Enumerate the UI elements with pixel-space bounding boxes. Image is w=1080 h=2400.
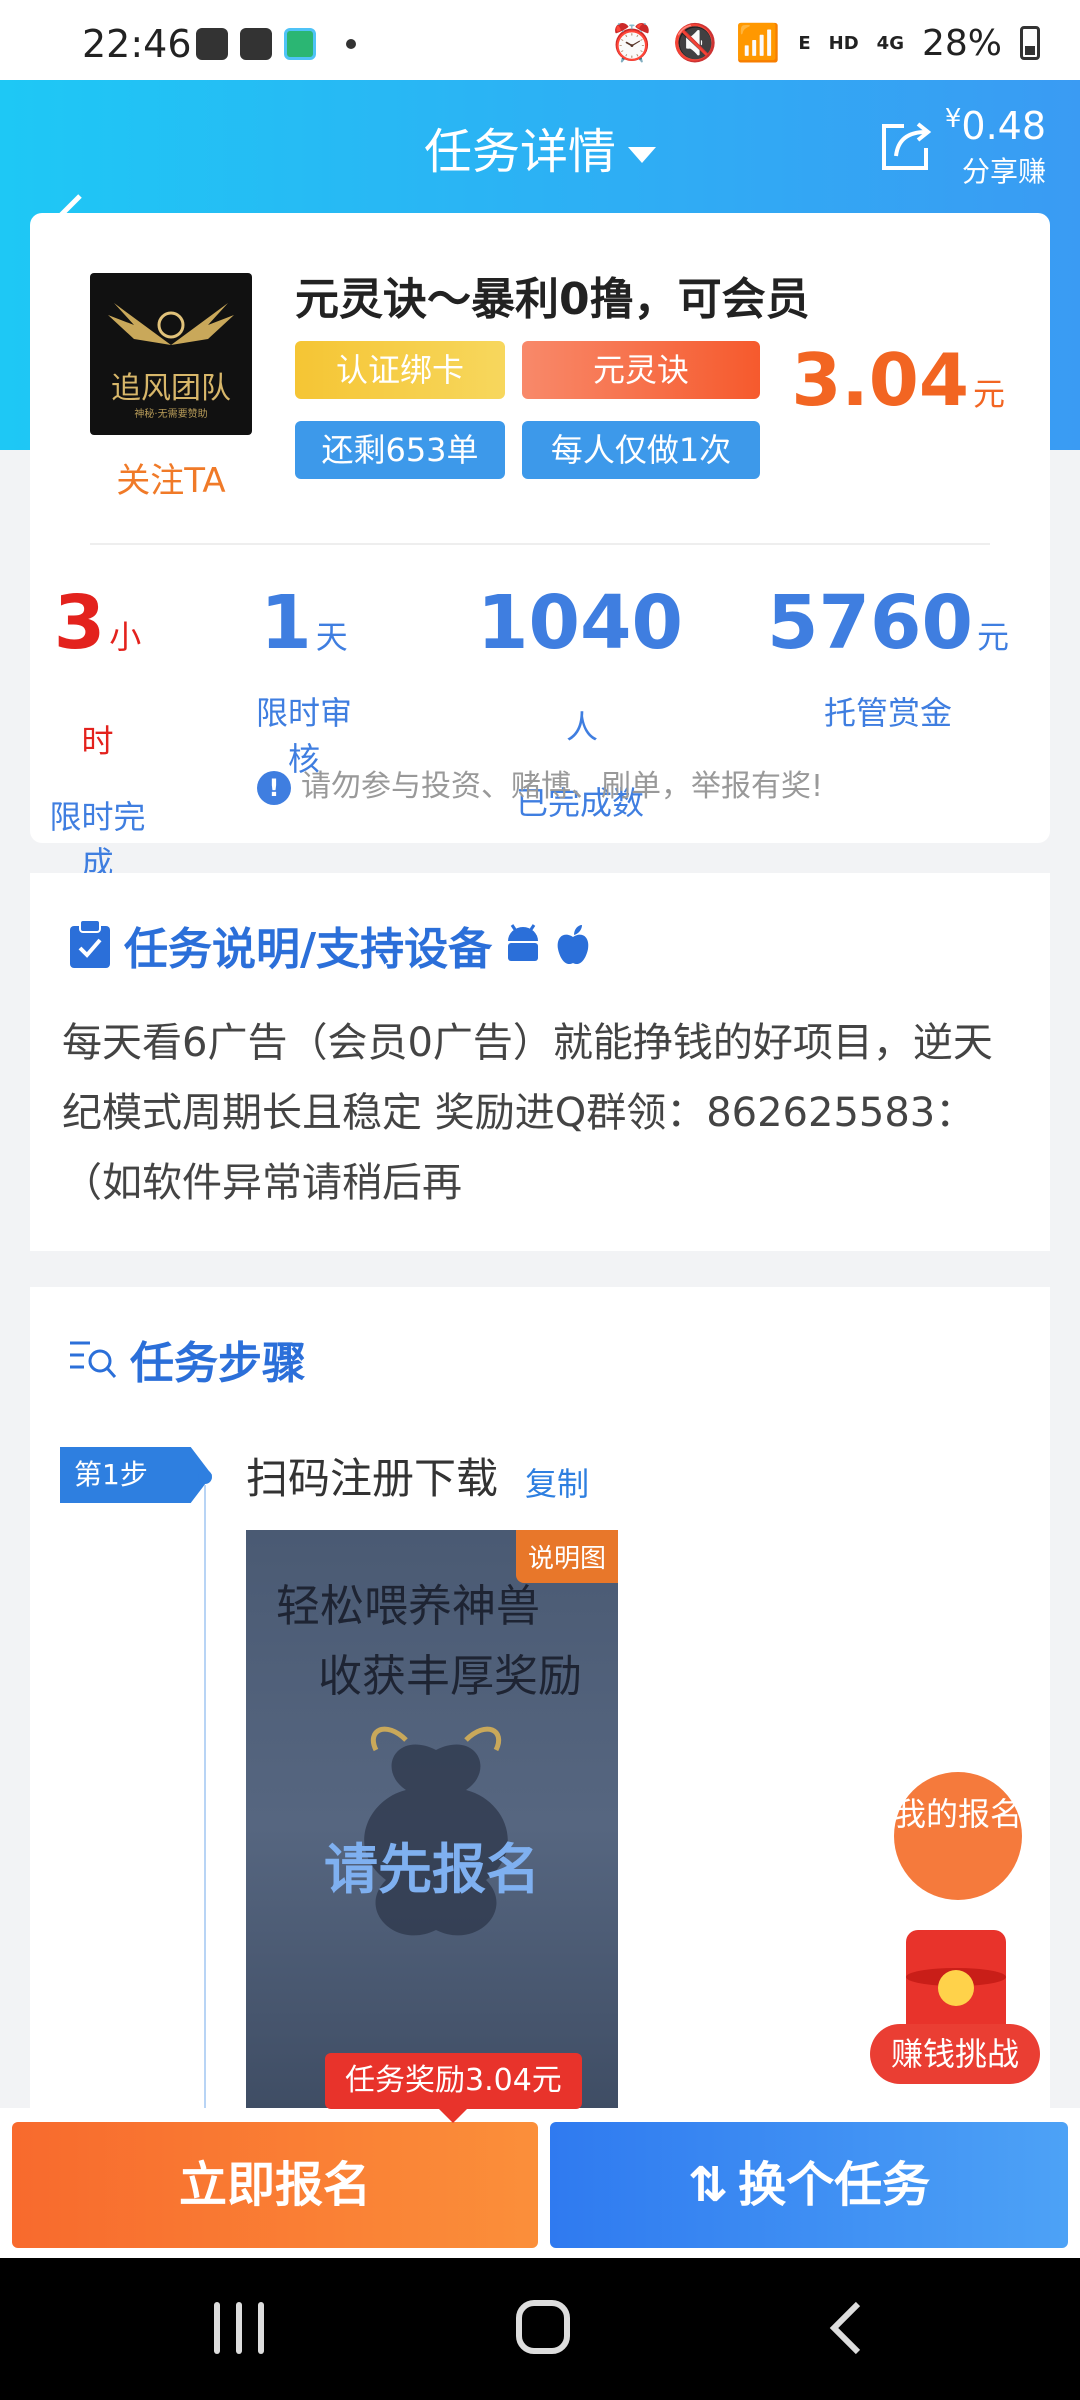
e-signal-label: E [798, 32, 811, 54]
share-amount[interactable]: ¥0.48 [945, 104, 1046, 148]
divider [90, 543, 990, 545]
app-notification-icon [284, 28, 316, 60]
warning-notice: ! 请勿参与投资、赌博、刷单，举报有奖! [30, 761, 1050, 805]
stat-value: 1040 人 [460, 578, 700, 772]
swap-icon: ⇅ [687, 2157, 729, 2213]
stat-number: 3 [53, 580, 106, 666]
recent-apps-button[interactable] [214, 2302, 264, 2354]
more-notifications-icon [346, 39, 356, 49]
page-title-text: 任务详情 [423, 124, 616, 180]
stat-value: 3 小时 [40, 578, 155, 786]
reward-tooltip: 任务奖励3.04元 [325, 2053, 582, 2123]
battery-percent: 28% [921, 22, 1002, 64]
description-text: 每天看6广告（会员0广告）就能挣钱的好项目，逆天纪模式周期长且稳定 奖励进Q群领… [62, 1020, 993, 1206]
stat-time-limit: 3 小时 限时完成 [40, 578, 155, 884]
mute-icon: 🔇 [672, 23, 718, 64]
steps-title: 任务步骤 [130, 1338, 306, 1389]
logo-text: 追风团队 [111, 371, 231, 406]
step-dot [198, 1470, 212, 1484]
list-search-icon [70, 1341, 117, 1378]
status-right: ⏰ 🔇 📶 E HD 4G 28% [610, 22, 1040, 64]
my-signup-label: 我的报名 [894, 1795, 1023, 1833]
tag-bind-card: 认证绑卡 [295, 341, 505, 399]
share-amount-value: 0.48 [961, 104, 1046, 148]
warning-text: 请勿参与投资、赌博、刷单，举报有奖! [300, 769, 824, 804]
app-check-icon [240, 28, 272, 60]
stat-unit: 天 [315, 618, 348, 656]
signup-first-overlay: 请先报名 [324, 1838, 540, 1901]
apple-icon [557, 925, 589, 965]
stat-label: 限时完成 [49, 798, 146, 882]
task-title: 元灵诀～暴利0撸，可会员 [295, 274, 810, 325]
step-text: 扫码注册下载 [246, 1454, 499, 1503]
share-label[interactable]: 分享赚 [962, 150, 1046, 190]
stat-unit: 元 [976, 618, 1009, 656]
task-summary-card: 追风团队 神秘·无需要赞助 关注TA 元灵诀～暴利0撸，可会员 认证绑卡 元灵诀… [30, 213, 1050, 882]
description-heading: 任务说明/支持设备 [68, 913, 592, 977]
earn-challenge-button[interactable]: 赚钱挑战 [870, 1930, 1040, 2090]
bottom-action-bar: 立即报名 ⇅ 换个任务 [0, 2108, 1080, 2258]
step-timeline [204, 1485, 206, 2125]
network-label: 4G [876, 32, 904, 54]
step-badge: 第1步 [60, 1447, 212, 1503]
info-icon: ! [256, 770, 291, 805]
steps-heading: 任务步骤 [68, 1327, 306, 1391]
tag-remaining: 还剩653单 [295, 421, 505, 479]
task-price: 3.04 元 [791, 338, 1005, 422]
stat-review-limit: 1天 限时审核 [245, 578, 363, 780]
tag-app-name: 元灵诀 [522, 341, 760, 399]
earn-challenge-label: 赚钱挑战 [870, 2024, 1040, 2084]
tag-once-per-person: 每人仅做1次 [522, 421, 760, 479]
wings-logo-icon [108, 303, 234, 345]
stat-value: 5760 元 [758, 578, 1018, 682]
notification-icons [196, 28, 356, 60]
image-caption-line2: 收获丰厚奖励 [318, 1651, 582, 1702]
switch-task-button[interactable]: ⇅ 换个任务 [550, 2122, 1068, 2248]
status-time: 22:46 [82, 22, 192, 66]
image-caption-line1: 轻松喂养神兽 [276, 1581, 540, 1632]
stat-number: 1040 [477, 580, 683, 666]
system-nav-bar [0, 2258, 1080, 2400]
stat-label: 托管赏金 [823, 694, 952, 732]
coin-icon [938, 1970, 974, 2006]
alarm-icon: ⏰ [609, 23, 655, 64]
stat-number: 5760 [767, 580, 973, 666]
share-currency: ¥ [944, 104, 962, 134]
dropdown-caret-icon [628, 147, 656, 163]
copy-link[interactable]: 复制 [525, 1459, 589, 1505]
share-icon[interactable] [876, 118, 934, 176]
stat-unit: 人 [565, 708, 598, 746]
wifi-icon: 📶 [735, 23, 781, 64]
system-back-button[interactable] [826, 2298, 866, 2358]
home-button[interactable] [516, 2300, 570, 2354]
description-card: 任务说明/支持设备 每天看6广告（会员0广告）就能挣钱的好项目，逆天纪模式周期长… [30, 873, 1050, 1251]
my-signup-button[interactable]: 我的报名 [894, 1772, 1022, 1900]
signup-button[interactable]: 立即报名 [12, 2122, 538, 2248]
image-type-badge: 说明图 [515, 1530, 618, 1583]
clipboard-check-icon [70, 920, 110, 968]
android-icon [508, 924, 539, 961]
price-unit: 元 [972, 375, 1005, 413]
follow-button[interactable]: 关注TA [90, 453, 252, 502]
gallery-icon [196, 28, 228, 60]
stat-number: 1 [260, 580, 312, 666]
status-bar: 22:46 ⏰ 🔇 📶 E HD 4G 28% [0, 0, 1080, 80]
battery-icon [1020, 26, 1040, 60]
logo-subtext: 神秘·无需要赞助 [134, 409, 208, 420]
publisher-logo[interactable]: 追风团队 神秘·无需要赞助 [90, 273, 252, 435]
stat-value: 1天 [245, 578, 363, 682]
switch-task-label: 换个任务 [738, 2157, 931, 2213]
step-instruction-image[interactable]: 轻松喂养神兽 收获丰厚奖励 请先报名 说明图 [246, 1530, 618, 2120]
stat-escrow: 5760 元 托管赏金 [758, 578, 1018, 734]
hd-label: HD [828, 32, 859, 54]
description-title: 任务说明/支持设备 [124, 924, 493, 975]
price-value: 3.04 [791, 338, 969, 422]
